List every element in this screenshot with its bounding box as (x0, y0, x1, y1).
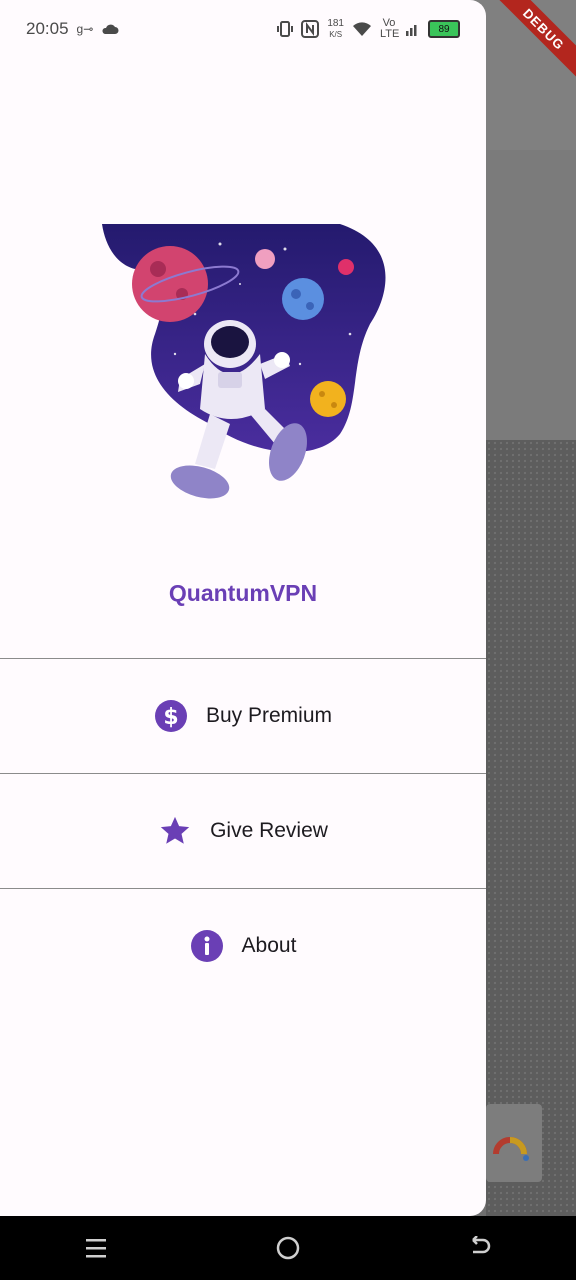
signal-icon (406, 25, 417, 36)
key-icon: g⊸ (76, 22, 94, 36)
nfc-icon (301, 20, 320, 38)
background-ad-card (486, 1104, 542, 1182)
svg-text:$: $ (163, 705, 178, 730)
menu-item-label: Buy Premium (205, 704, 333, 727)
astronaut-illustration (102, 224, 386, 499)
status-time: 20:05 (26, 19, 69, 38)
home-circle-icon (276, 1236, 300, 1260)
home-button[interactable] (258, 1228, 318, 1268)
back-arrow-icon (472, 1236, 491, 1254)
battery-level: 89 (438, 23, 450, 35)
speed-value: 181 (327, 18, 344, 29)
ad-logo-icon (493, 1137, 529, 1161)
vibrate-icon (277, 21, 294, 37)
system-nav-bar (0, 1216, 576, 1280)
info-icon (190, 929, 224, 963)
star-icon (158, 814, 192, 848)
background-pattern (486, 440, 576, 1216)
cloud-icon (102, 24, 119, 34)
recent-apps-button[interactable] (66, 1228, 126, 1268)
dollar-circle-icon: $ (154, 699, 188, 733)
network-speed: 181 K/S (327, 18, 344, 40)
network-type: Vo LTE (380, 17, 400, 40)
speed-unit: K/S (329, 30, 343, 39)
menu-item-label: Give Review (210, 819, 328, 842)
battery-indicator: 89 (428, 20, 460, 38)
back-button[interactable] (450, 1228, 510, 1268)
app-name: QuantumVPN (168, 580, 318, 606)
menu-item-about[interactable]: About (0, 889, 486, 1003)
wifi-icon (353, 22, 371, 36)
menu-item-give-review[interactable]: Give Review (0, 774, 486, 888)
status-bar: 20:05 g⊸ 181 K/S Vo LTE 89 (0, 0, 486, 58)
navigation-drawer: QuantumVPN $ Buy Premium Give Review Abo… (0, 0, 486, 1216)
menu-item-buy-premium[interactable]: $ Buy Premium (0, 659, 486, 773)
menu-item-label: About (241, 934, 297, 957)
background-wave (486, 150, 576, 480)
menu-lines-icon (86, 1239, 106, 1258)
